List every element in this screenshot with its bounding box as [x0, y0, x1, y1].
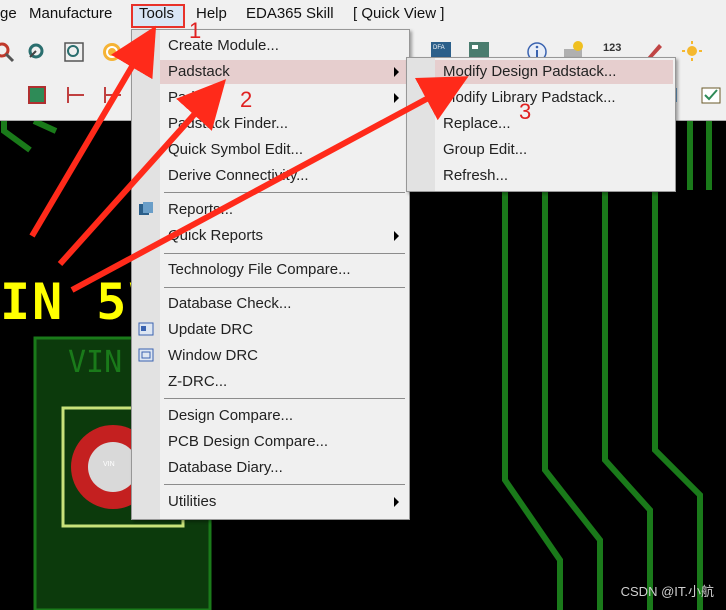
menu-separator: [164, 192, 405, 193]
menu-quick-symbol-edit[interactable]: Quick Symbol Edit...: [160, 138, 407, 162]
zoom-icon[interactable]: [0, 41, 16, 63]
menu-padstack-finder[interactable]: Padstack Finder...: [160, 112, 407, 136]
menu-database-check[interactable]: Database Check...: [160, 292, 407, 316]
submenu-arrow-icon: [394, 93, 399, 103]
tools-menu: Create Module... Padstack Pad Padstack F…: [131, 29, 410, 520]
menu-separator: [164, 484, 405, 485]
submenu-arrow-icon: [394, 231, 399, 241]
annotation-number-1: 1: [189, 18, 202, 43]
menu-quick-reports-label: Quick Reports: [168, 227, 264, 244]
toolbar-123-label[interactable]: 123: [603, 42, 621, 54]
zoom-fit-icon[interactable]: [63, 41, 85, 63]
sun-icon[interactable]: [681, 40, 703, 62]
menu-utilities[interactable]: Utilities: [160, 490, 407, 514]
menu-padstack-label: Padstack: [168, 63, 230, 80]
menu-modify-design-padstack[interactable]: Modify Design Padstack...: [435, 60, 673, 84]
dimension2-icon[interactable]: [102, 84, 124, 106]
annotation-number-3: 3: [519, 99, 532, 124]
reports-icon: [139, 202, 153, 215]
menu-quick-view[interactable]: [ Quick View ]: [353, 5, 444, 22]
menu-z-drc[interactable]: Z-DRC...: [160, 370, 407, 394]
check-icon[interactable]: [700, 84, 722, 106]
zoom-prev-icon[interactable]: [26, 41, 48, 63]
component-icon[interactable]: [26, 84, 48, 106]
menu-refresh[interactable]: Refresh...: [435, 164, 673, 188]
menu-separator: [164, 398, 405, 399]
menu-separator: [164, 253, 405, 254]
menu-manufacture[interactable]: Manufacture: [29, 5, 112, 22]
annotation-number-2: 2: [240, 87, 253, 112]
dimension-icon[interactable]: [65, 84, 87, 106]
menu-separator: [164, 287, 405, 288]
menu-pcb-design-compare[interactable]: PCB Design Compare...: [160, 430, 407, 454]
menu-derive-connectivity[interactable]: Derive Connectivity...: [160, 164, 407, 188]
menu-pad[interactable]: Pad: [160, 86, 407, 110]
svg-text:DFA: DFA: [433, 45, 445, 51]
menu-window-drc[interactable]: Window DRC: [160, 344, 407, 368]
menu-design-compare[interactable]: Design Compare...: [160, 404, 407, 428]
menu-update-drc[interactable]: Update DRC: [160, 318, 407, 342]
redraw-icon[interactable]: [101, 41, 123, 63]
menu-replace[interactable]: Replace...: [435, 112, 673, 136]
menu-pad-label: Pad: [168, 89, 195, 106]
menu-eda365-skill[interactable]: EDA365 Skill: [246, 5, 334, 22]
net-label-small: VIN: [68, 345, 123, 380]
menu-gutter: [132, 30, 160, 519]
padstack-submenu: Modify Design Padstack... Modify Library…: [406, 57, 676, 192]
submenu-arrow-icon: [394, 497, 399, 507]
watermark: CSDN @IT.小航: [620, 584, 714, 599]
menu-utilities-label: Utilities: [168, 493, 217, 510]
menu-quick-reports[interactable]: Quick Reports: [160, 224, 407, 248]
menu-modify-library-padstack[interactable]: Modify Library Padstack...: [435, 86, 673, 110]
menu-reports[interactable]: Reports...: [160, 198, 407, 222]
submenu-arrow-icon: [394, 67, 399, 77]
menu-group-edit[interactable]: Group Edit...: [435, 138, 673, 162]
window-drc-icon: [138, 348, 154, 362]
submenu-gutter: [407, 58, 435, 191]
menu-padstack[interactable]: Padstack: [160, 60, 407, 84]
update-drc-icon: [138, 322, 154, 336]
menu-tools[interactable]: Tools: [139, 5, 174, 22]
menu-technology-file-compare[interactable]: Technology File Compare...: [160, 258, 407, 282]
pad-label: VIN: [103, 461, 115, 468]
menu-item-partial[interactable]: ge: [0, 5, 17, 22]
menu-database-diary[interactable]: Database Diary...: [160, 456, 407, 480]
